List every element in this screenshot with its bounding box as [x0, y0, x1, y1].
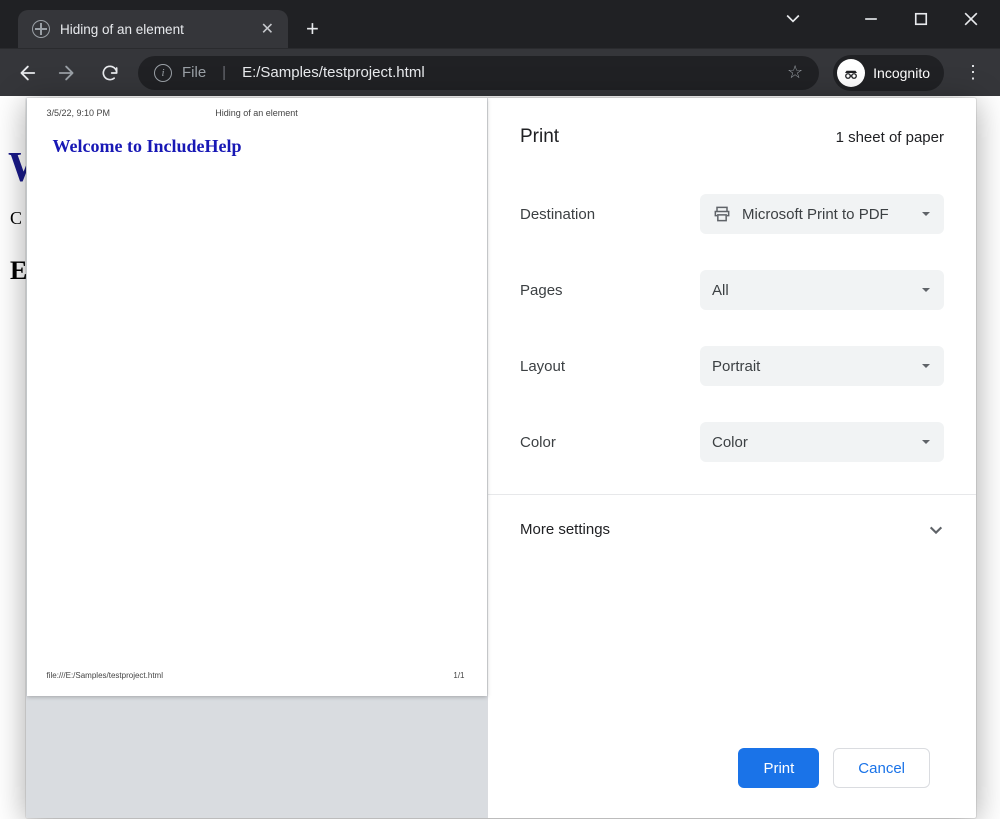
color-select[interactable]: Color [700, 422, 944, 462]
browser-tab[interactable]: Hiding of an element ✕ [18, 10, 288, 48]
behind-line-c: C [10, 208, 22, 229]
chevron-down-icon [920, 284, 932, 296]
destination-select[interactable]: Microsoft Print to PDF [700, 194, 944, 234]
url-separator: | [216, 64, 232, 81]
browser-toolbar: i File | E:/Samples/testproject.html ☆ I… [0, 48, 1000, 96]
chevron-down-icon [920, 436, 932, 448]
chevron-down-icon [920, 360, 932, 372]
incognito-badge[interactable]: Incognito [833, 55, 944, 91]
cancel-button-label: Cancel [858, 760, 905, 777]
pages-value: All [712, 282, 729, 299]
forward-button[interactable] [54, 59, 82, 87]
back-button[interactable] [12, 59, 40, 87]
new-tab-button[interactable]: + [288, 10, 337, 48]
preview-content-title: Welcome to IncludeHelp [53, 136, 242, 157]
print-options-pane: Print 1 sheet of paper Destination Micro… [488, 98, 976, 818]
label-more-settings: More settings [520, 521, 610, 538]
info-icon[interactable]: i [154, 64, 172, 82]
print-button-label: Print [763, 760, 794, 777]
layout-value: Portrait [712, 358, 760, 375]
label-color: Color [520, 434, 556, 451]
preview-header-date: 3/5/22, 9:10 PM [47, 108, 111, 118]
maximize-icon[interactable] [914, 12, 928, 26]
print-preview-page: 3/5/22, 9:10 PM Hiding of an element Wel… [27, 98, 487, 696]
tab-title: Hiding of an element [60, 22, 184, 37]
label-pages: Pages [520, 282, 563, 299]
label-layout: Layout [520, 358, 565, 375]
preview-footer-path: file:///E:/Samples/testproject.html [47, 671, 164, 680]
print-dialog: 3/5/22, 9:10 PM Hiding of an element Wel… [26, 98, 976, 818]
chevron-down-icon [920, 208, 932, 220]
cancel-button[interactable]: Cancel [833, 748, 930, 788]
address-bar[interactable]: i File | E:/Samples/testproject.html ☆ [138, 56, 819, 90]
preview-header-title: Hiding of an element [215, 108, 298, 118]
behind-line-e: E [10, 256, 27, 286]
close-window-icon[interactable] [964, 12, 978, 26]
globe-icon [32, 20, 50, 38]
chevron-down-icon[interactable] [786, 12, 800, 26]
reload-button[interactable] [96, 59, 124, 87]
incognito-label: Incognito [873, 65, 930, 81]
window-titlebar: Hiding of an element ✕ + [0, 0, 1000, 48]
close-tab-icon[interactable]: ✕ [261, 19, 274, 39]
print-preview-pane[interactable]: 3/5/22, 9:10 PM Hiding of an element Wel… [26, 98, 488, 818]
destination-value: Microsoft Print to PDF [742, 206, 889, 223]
menu-kebab-icon[interactable]: ⋮ [958, 62, 988, 83]
color-value: Color [712, 434, 748, 451]
more-settings-toggle[interactable]: More settings [488, 495, 976, 564]
url-path: E:/Samples/testproject.html [242, 64, 425, 81]
label-destination: Destination [520, 206, 595, 223]
sheet-count: 1 sheet of paper [836, 129, 944, 146]
minimize-icon[interactable] [864, 12, 878, 26]
incognito-icon [837, 59, 865, 87]
url-scheme: File [182, 64, 206, 81]
printer-icon [712, 204, 732, 224]
preview-footer-page: 1/1 [453, 671, 464, 680]
print-title: Print [520, 126, 559, 148]
window-controls [786, 0, 1000, 38]
pages-select[interactable]: All [700, 270, 944, 310]
chevron-down-icon [928, 522, 944, 538]
layout-select[interactable]: Portrait [700, 346, 944, 386]
bookmark-star-icon[interactable]: ☆ [787, 62, 803, 83]
print-button[interactable]: Print [738, 748, 819, 788]
